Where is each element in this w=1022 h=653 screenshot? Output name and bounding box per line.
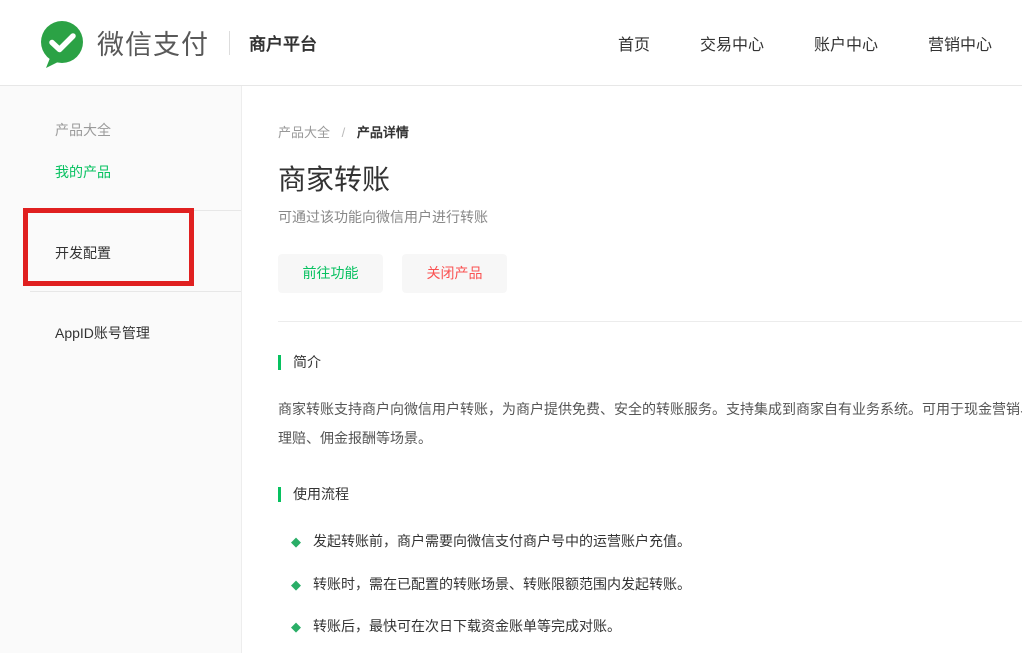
flow-step-2-text: 转账时，需在已配置的转账场景、转账限额范围内发起转账。 — [313, 576, 691, 593]
close-product-button[interactable]: 关闭产品 — [402, 254, 507, 293]
nav-item-account-center[interactable]: 账户中心 — [814, 31, 878, 55]
green-bar-icon — [278, 355, 281, 370]
section-flow-title: 使用流程 — [293, 484, 349, 504]
top-nav: 首页 交易中心 账户中心 营销中心 — [618, 31, 992, 55]
diamond-bullet-icon: ◆ — [291, 618, 301, 635]
portal-label: 商户平台 — [249, 30, 317, 55]
intro-line-1: 商家转账支持商户向微信用户转账，为商户提供免费、安全的转账服务。支持集成到商家自… — [278, 395, 1022, 424]
sidebar-item-my-products[interactable]: 我的产品 — [55, 162, 111, 182]
intro-line-2: 理赔、佣金报酬等场景。 — [278, 424, 1022, 453]
wechat-bubble-check-icon — [36, 17, 88, 69]
sidebar-item-dev-config[interactable]: 开发配置 — [55, 243, 111, 263]
intro-paragraph: 商家转账支持商户向微信用户转账，为商户提供免费、安全的转账服务。支持集成到商家自… — [278, 395, 1022, 453]
nav-item-transaction-center[interactable]: 交易中心 — [700, 31, 764, 55]
flow-step-1-text: 发起转账前，商户需要向微信支付商户号中的运营账户充值。 — [313, 533, 691, 550]
flow-step-3-text: 转账后，最快可在次日下载资金账单等完成对账。 — [313, 618, 621, 635]
breadcrumb-separator: / — [342, 125, 346, 140]
diamond-bullet-icon: ◆ — [291, 576, 301, 593]
green-bar-icon — [278, 487, 281, 502]
sidebar-item-product-catalog[interactable]: 产品大全 — [55, 120, 111, 140]
main-content: 产品大全 / 产品详情 商家转账 可通过该功能向微信用户进行转账 前往功能 关闭… — [242, 86, 1022, 653]
breadcrumb-current: 产品详情 — [357, 125, 409, 140]
page-title: 商家转账 — [278, 158, 390, 198]
sidebar-divider-top — [30, 210, 241, 211]
go-to-feature-button[interactable]: 前往功能 — [278, 254, 383, 293]
nav-item-marketing-center[interactable]: 营销中心 — [928, 31, 992, 55]
page-subtitle: 可通过该功能向微信用户进行转账 — [278, 207, 488, 227]
flow-step-2: ◆ 转账时，需在已配置的转账场景、转账限额范围内发起转账。 — [291, 576, 691, 593]
section-intro-title: 简介 — [293, 352, 321, 372]
diamond-bullet-icon: ◆ — [291, 533, 301, 550]
content-divider — [278, 321, 1022, 322]
flow-step-3: ◆ 转账后，最快可在次日下载资金账单等完成对账。 — [291, 618, 621, 635]
sidebar-divider-bottom — [30, 291, 241, 292]
section-intro-header: 简介 — [278, 352, 321, 372]
sidebar: 产品大全 我的产品 开发配置 AppID账号管理 — [0, 86, 242, 653]
flow-step-1: ◆ 发起转账前，商户需要向微信支付商户号中的运营账户充值。 — [291, 533, 691, 550]
sidebar-item-appid-management[interactable]: AppID账号管理 — [55, 323, 150, 343]
action-buttons: 前往功能 关闭产品 — [278, 254, 507, 293]
top-header: 微信支付 商户平台 首页 交易中心 账户中心 营销中心 — [0, 0, 1022, 86]
wechat-pay-logo[interactable]: 微信支付 — [36, 17, 209, 69]
page-body: 产品大全 我的产品 开发配置 AppID账号管理 产品大全 / 产品详情 商家转… — [0, 86, 1022, 653]
logo-text: 微信支付 — [97, 23, 209, 62]
nav-item-home[interactable]: 首页 — [618, 31, 650, 55]
header-divider — [229, 31, 230, 55]
section-flow-header: 使用流程 — [278, 484, 349, 504]
breadcrumb: 产品大全 / 产品详情 — [278, 122, 409, 141]
breadcrumb-parent[interactable]: 产品大全 — [278, 125, 330, 140]
